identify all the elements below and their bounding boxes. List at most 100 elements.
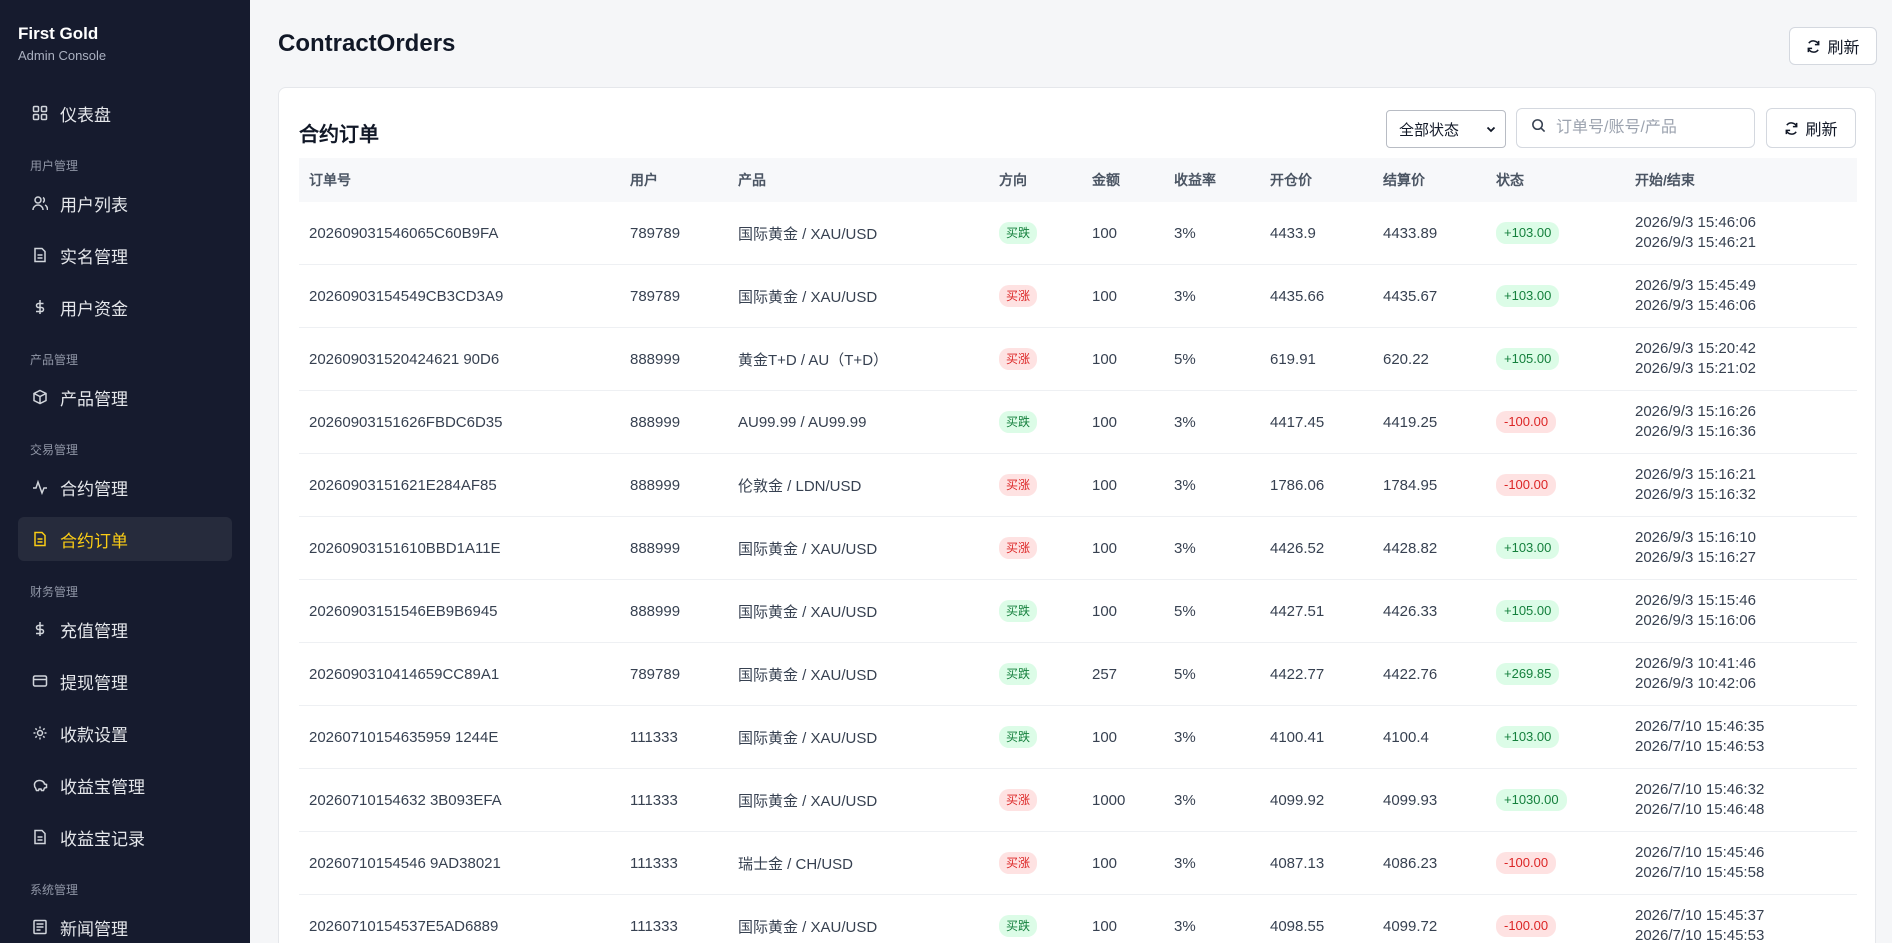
card-refresh-button[interactable]: 刷新	[1766, 108, 1856, 148]
sidebar-item-payment-settings[interactable]: 收款设置	[18, 711, 232, 755]
dollar-icon	[30, 619, 50, 639]
table-row[interactable]: 20260710154537E5AD6889 111333 国际黄金 / XAU/U…	[299, 895, 1857, 943]
cell-status: +103.00	[1486, 726, 1625, 748]
table-row[interactable]: 20260903151621E284AF85 888999 伦敦金 / LDN/US…	[299, 454, 1857, 517]
cell-direction: 买涨	[989, 789, 1082, 811]
search-box[interactable]	[1516, 108, 1755, 148]
profit-badge: +103.00	[1496, 285, 1560, 307]
sidebar-item-user-funds[interactable]: 用户资金	[18, 285, 232, 329]
column-header-direction[interactable]: 方向	[989, 170, 1082, 190]
table-row[interactable]: 20260903151546EB9B6945 888999 国际黄金 / XAU/U…	[299, 580, 1857, 643]
cell-order-no: 202609031546065C60B9FA	[309, 224, 499, 242]
cell-settle-price: 4419.25	[1383, 413, 1438, 431]
cell-settle-price: 4422.76	[1383, 665, 1438, 683]
cell-start-end: 2026/9/3 15:46:06 2026/9/3 15:46:21	[1625, 213, 1857, 253]
cell-order-no: 2026090310414659CC89A1	[309, 665, 500, 683]
cell-order-no: 20260903151626FBDC6D35	[309, 413, 503, 431]
sidebar-item-contracts[interactable]: 合约管理	[18, 465, 232, 509]
cell-start-end: 2026/9/3 15:16:26 2026/9/3 15:16:36	[1625, 402, 1857, 442]
cell-user: 111333	[630, 854, 678, 872]
cell-status: -100.00	[1486, 474, 1625, 496]
cell-start-end: 2026/9/3 15:20:42 2026/9/3 15:21:02	[1625, 339, 1857, 379]
cell-order-no: 20260710154632 3B093EFA	[309, 791, 502, 809]
brand: First Gold Admin Console	[0, 0, 250, 84]
end-time: 2026/9/3 15:21:02	[1635, 360, 1756, 377]
nav-group-trading: 交易管理	[30, 443, 79, 457]
status-select-value: 全部状态	[1399, 121, 1460, 139]
direction-badge: 买涨	[999, 474, 1038, 496]
cell-start-end: 2026/9/3 15:16:10 2026/9/3 15:16:27	[1625, 528, 1857, 568]
cell-open-price: 4435.66	[1270, 287, 1325, 305]
status-select[interactable]: 全部状态	[1386, 110, 1506, 148]
table-row[interactable]: 20260710154632 3B093EFA 111333 国际黄金 / XAU/…	[299, 769, 1857, 832]
nav-group-finance: 财务管理	[30, 585, 79, 599]
sidebar-item-yield-records[interactable]: 收益宝记录	[18, 815, 232, 859]
column-header-product[interactable]: 产品	[728, 170, 989, 190]
cell-start-end: 2026/9/3 15:45:49 2026/9/3 15:46:06	[1625, 276, 1857, 316]
table-row[interactable]: 202609031546065C60B9FA 789789 国际黄金 / XAU/U…	[299, 202, 1857, 265]
sidebar-item-recharge[interactable]: 充值管理	[18, 607, 232, 651]
search-input[interactable]	[1556, 119, 1746, 137]
cell-settle-price: 4099.72	[1383, 917, 1438, 935]
table-row[interactable]: 2026090310414659CC89A1 789789 国际黄金 / XAU/U…	[299, 643, 1857, 706]
cell-settle-price: 620.22	[1383, 350, 1429, 368]
column-header-open-price[interactable]: 开仓价	[1260, 170, 1373, 190]
cell-settle-price: 4433.89	[1383, 224, 1438, 242]
sidebar-item-contract-orders[interactable]: 合约订单	[18, 517, 232, 561]
cell-start-end: 2026/7/10 15:45:46 2026/7/10 15:45:58	[1625, 843, 1857, 883]
sidebar-item-yield-management[interactable]: 收益宝管理	[18, 763, 232, 807]
cell-direction: 买跌	[989, 915, 1082, 937]
table-row[interactable]: 20260710154635959 1244E 111333 国际黄金 / XAU/…	[299, 706, 1857, 769]
column-header-status[interactable]: 状态	[1486, 170, 1625, 190]
cell-amount: 100	[1092, 917, 1118, 935]
table-row[interactable]: 20260903154549CB3CD3A9 789789 国际黄金 / XAU/U…	[299, 265, 1857, 328]
sidebar-item-label: 提现管理	[60, 673, 128, 693]
sidebar-item-withdraw[interactable]: 提现管理	[18, 659, 232, 703]
sidebar-item-kyc[interactable]: 实名管理	[18, 233, 232, 277]
cell-user: 888999	[630, 413, 681, 431]
cell-settle-price: 4086.23	[1383, 854, 1438, 872]
cell-rate: 3%	[1174, 791, 1196, 809]
cell-direction: 买跌	[989, 411, 1082, 433]
cell-rate: 3%	[1174, 287, 1196, 305]
column-header-rate[interactable]: 收益率	[1164, 170, 1260, 190]
table-row[interactable]: 20260903151610BBD1A11E 888999 国际黄金 / XAU/U…	[299, 517, 1857, 580]
activity-icon	[30, 477, 50, 497]
sidebar-item-news[interactable]: 新闻管理	[18, 905, 232, 943]
cell-direction: 买涨	[989, 852, 1082, 874]
sidebar-item-user-list[interactable]: 用户列表	[18, 181, 232, 225]
header-refresh-button[interactable]: 刷新	[1789, 27, 1877, 65]
cell-rate: 3%	[1174, 728, 1196, 746]
document-icon	[30, 245, 50, 265]
end-time: 2026/9/3 15:16:06	[1635, 612, 1756, 629]
orders-card: 合约订单 全部状态 刷新 订单号 用户 产品 方向 金额 收益率 开仓价 结算价…	[278, 87, 1876, 943]
column-header-start-end[interactable]: 开始/结束	[1625, 170, 1857, 190]
cell-direction: 买跌	[989, 222, 1082, 244]
sidebar-item-label: 仪表盘	[60, 105, 111, 125]
header-refresh-label: 刷新	[1827, 40, 1860, 57]
start-time: 2026/7/10 15:45:46	[1635, 844, 1765, 861]
table-row[interactable]: 20260903151626FBDC6D35 888999 AU99.99 / AU…	[299, 391, 1857, 454]
table-row[interactable]: 202609031520424621 90D6 888999 黄金T+D / AU（…	[299, 328, 1857, 391]
column-header-amount[interactable]: 金额	[1082, 170, 1164, 190]
column-header-user[interactable]: 用户	[620, 170, 728, 190]
cell-order-no: 20260903154549CB3CD3A9	[309, 287, 504, 305]
profit-badge: -100.00	[1496, 852, 1557, 874]
cell-open-price: 4087.13	[1270, 854, 1325, 872]
table-row[interactable]: 20260710154546 9AD38021 111333 瑞士金 / CH/US…	[299, 832, 1857, 895]
sidebar-item-products[interactable]: 产品管理	[18, 375, 232, 419]
column-header-order-no[interactable]: 订单号	[299, 170, 620, 190]
cell-rate: 5%	[1174, 350, 1196, 368]
cell-user: 789789	[630, 665, 681, 683]
cell-product: AU99.99 / AU99.99	[738, 413, 867, 431]
cell-rate: 3%	[1174, 413, 1196, 431]
cell-user: 888999	[630, 350, 681, 368]
sidebar-item-dashboard[interactable]: 仪表盘	[18, 91, 232, 135]
cell-status: +105.00	[1486, 348, 1625, 370]
profit-badge: -100.00	[1496, 411, 1557, 433]
end-time: 2026/9/3 15:16:32	[1635, 486, 1756, 503]
cell-start-end: 2026/7/10 15:45:37 2026/7/10 15:45:53	[1625, 906, 1857, 943]
cell-start-end: 2026/7/10 15:46:32 2026/7/10 15:46:48	[1625, 780, 1857, 820]
column-header-settle-price[interactable]: 结算价	[1373, 170, 1486, 190]
cell-user: 111333	[630, 791, 678, 809]
